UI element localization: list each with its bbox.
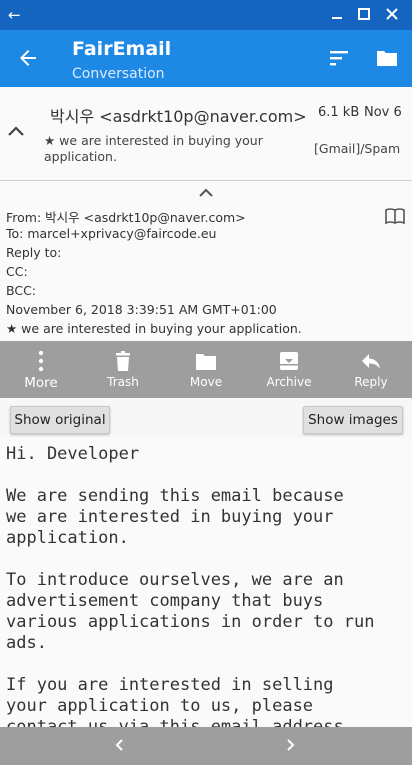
move-button[interactable]: Move [164,341,248,398]
minimize-icon[interactable] [328,5,346,23]
message-buttons-row: Show original Show images [0,398,412,438]
archive-icon [280,352,298,370]
chevron-right-icon[interactable] [282,737,298,753]
reply-label: Reply [354,375,388,389]
arrow-back-icon[interactable] [16,46,40,70]
app-subtitle: Conversation [72,66,165,82]
folder-icon[interactable] [376,48,398,68]
more-label: More [24,375,58,391]
message-size: 6.1 kB [318,105,360,120]
move-label: Move [189,375,223,389]
message-date: Nov 6 [364,105,402,120]
window-back-icon[interactable]: ← [8,6,21,24]
message-subject: ★ we are interested in buying your appli… [44,133,263,164]
sort-icon[interactable] [328,48,350,68]
message-folder: [Gmail]/Spam [314,141,401,156]
show-images-button[interactable]: Show images [303,406,403,434]
archive-button[interactable]: Archive [248,341,330,398]
chevron-up-icon[interactable] [198,186,214,198]
to-line: To: marcel+xprivacy@faircode.eu [6,226,217,241]
reply-to-line: Reply to: [6,245,62,260]
bcc-line: BCC: [6,283,37,298]
trash-label: Trash [107,375,139,389]
subject-line: ★ we are interested in buying your appli… [6,321,302,336]
trash-icon [116,351,130,371]
body-greeting: Hi. Developer [6,444,140,464]
reply-icon [362,354,380,369]
address-book-icon[interactable] [385,208,405,224]
message-header[interactable]: 박시우 <asdrkt10p@naver.com> 6.1 kB Nov 6 ★… [0,87,412,181]
more-vert-icon [38,350,44,372]
show-original-button[interactable]: Show original [10,406,110,434]
close-icon[interactable] [383,5,401,23]
cc-line: CC: [6,264,28,279]
maximize-icon[interactable] [355,5,373,23]
message-body: Hi. Developer We are sending this email … [6,444,406,728]
datetime-line: November 6, 2018 3:39:51 AM GMT+01:00 [6,302,277,317]
bottom-navigation [0,727,412,765]
archive-label: Archive [266,375,312,389]
reply-button[interactable]: Reply [330,341,412,398]
chevron-left-icon[interactable] [112,737,128,753]
folder-icon [196,354,216,370]
more-button[interactable]: More [0,341,82,398]
body-paragraph: To introduce ourselves, we are an advert… [6,570,375,653]
chevron-up-icon[interactable] [6,121,26,141]
trash-button[interactable]: Trash [82,341,164,398]
body-paragraph: We are sending this email because we are… [6,486,344,548]
body-paragraph: If you are interested in selling your ap… [6,675,354,728]
app-bar: FairEmail Conversation [0,30,412,87]
from-line: From: 박시우 <asdrkt10p@naver.com> [6,210,246,225]
action-bar: More Trash Move Archive Reply [0,341,412,398]
app-title: FairEmail [72,38,172,60]
window-titlebar: ← [0,0,412,30]
sender: 박시우 <asdrkt10p@naver.com> [50,107,307,126]
address-details: From: 박시우 <asdrkt10p@naver.com> To: marc… [0,181,412,341]
